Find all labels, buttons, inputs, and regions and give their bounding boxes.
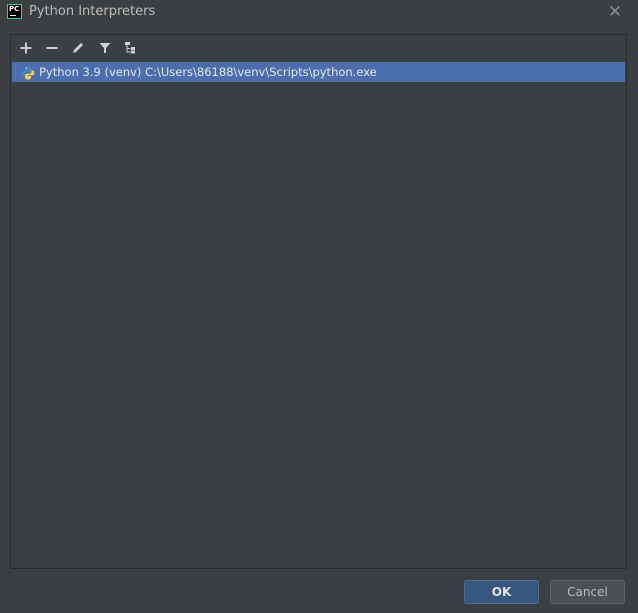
close-icon[interactable]: ✕ — [604, 1, 626, 23]
toolbar — [11, 35, 626, 61]
python-interpreters-dialog: PC Python Interpreters ✕ Python 3.9 (ven… — [0, 0, 638, 613]
app-icon-text: PC — [9, 5, 20, 13]
plus-icon[interactable] — [17, 39, 35, 57]
ok-button[interactable]: OK — [464, 580, 539, 604]
interpreters-panel: Python 3.9 (venv) C:\Users\86188\venv\Sc… — [10, 34, 627, 569]
window-title: Python Interpreters — [29, 4, 156, 19]
pencil-icon[interactable] — [69, 39, 87, 57]
filter-icon[interactable] — [96, 39, 114, 57]
interpreter-list[interactable]: Python 3.9 (venv) C:\Users\86188\venv\Sc… — [11, 61, 626, 568]
tree-icon[interactable] — [122, 39, 140, 57]
minus-icon[interactable] — [43, 39, 61, 57]
interpreter-label: Python 3.9 (venv) C:\Users\86188\venv\Sc… — [39, 65, 377, 79]
interpreter-row[interactable]: Python 3.9 (venv) C:\Users\86188\venv\Sc… — [12, 62, 625, 82]
cancel-button[interactable]: Cancel — [550, 580, 625, 604]
title-bar: PC Python Interpreters ✕ — [0, 0, 638, 24]
python-icon — [21, 65, 35, 80]
pycharm-app-icon: PC — [7, 4, 22, 19]
